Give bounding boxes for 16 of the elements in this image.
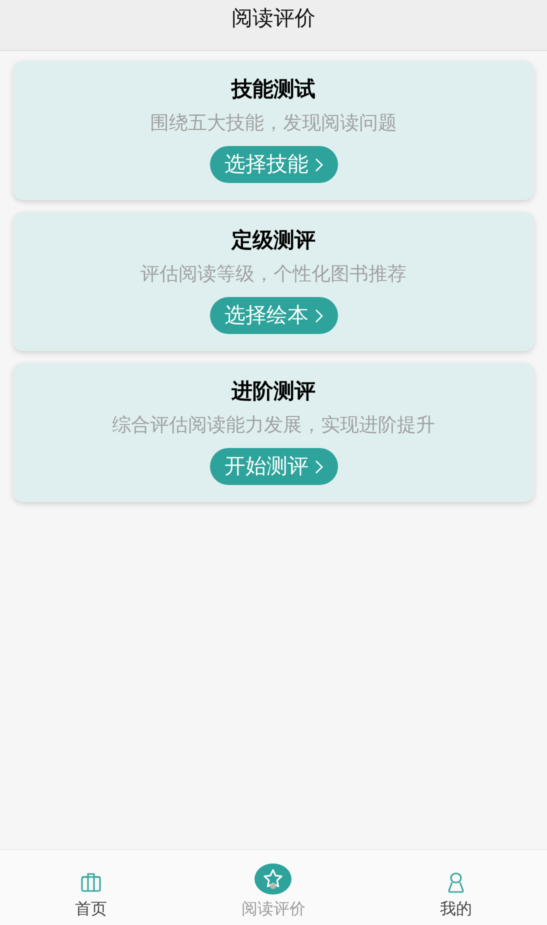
tab-item[interactable]: 首页 bbox=[0, 850, 182, 925]
chevron-right-icon bbox=[314, 308, 322, 322]
tab-item[interactable]: 阅读评价 bbox=[182, 850, 365, 925]
card-description: 围绕五大技能，发现阅读问题 bbox=[150, 111, 397, 136]
page-title: 阅读评价 bbox=[232, 5, 316, 32]
action-button[interactable]: 开始测评 bbox=[210, 448, 338, 485]
card-title: 定级测评 bbox=[232, 227, 316, 254]
action-button[interactable]: 选择绘本 bbox=[210, 297, 338, 334]
action-button[interactable]: 选择技能 bbox=[210, 146, 338, 183]
card-title: 进阶测评 bbox=[232, 378, 316, 405]
chevron-right-icon bbox=[314, 460, 322, 474]
card-description: 综合评估阅读能力发展，实现进阶提升 bbox=[112, 413, 435, 438]
card-description: 评估阅读等级，个性化图书推荐 bbox=[140, 262, 406, 287]
chevron-right-icon bbox=[314, 158, 322, 172]
card-title: 技能测试 bbox=[232, 76, 316, 103]
tab-item[interactable]: 我的 bbox=[364, 850, 547, 925]
